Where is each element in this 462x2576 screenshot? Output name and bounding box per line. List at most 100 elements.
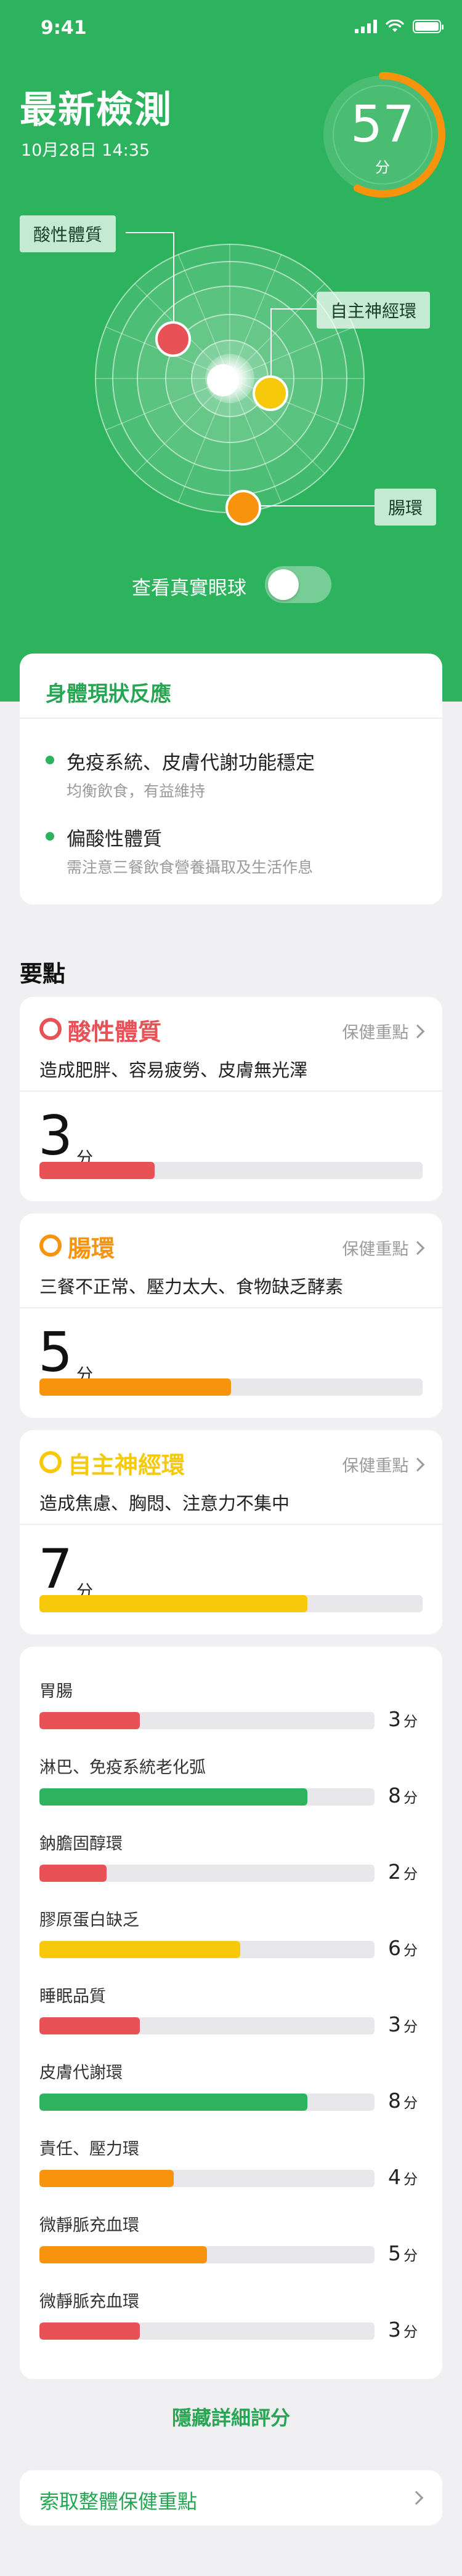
marker-acid[interactable] <box>155 321 191 357</box>
detail-bar-fill <box>39 2246 207 2263</box>
ring-icon <box>39 1234 62 1257</box>
detail-bar-fill <box>39 2017 140 2034</box>
detail-score: 5分 <box>388 2241 418 2265</box>
score-bar-fill <box>39 1378 231 1396</box>
detail-label: 微靜脈充血環 <box>39 2292 139 2311</box>
detail-bar-fill <box>39 1788 308 1806</box>
get-health-tips-row[interactable]: 索取整體保健重點 <box>20 2470 442 2526</box>
real-eye-toggle[interactable] <box>265 566 331 603</box>
detail-score-unit: 分 <box>403 1943 418 1959</box>
detail-bar-fill <box>39 1865 107 1882</box>
key-card-score: 5 <box>38 1321 73 1384</box>
detail-label: 淋巴、免疫系統老化弧 <box>39 1758 206 1777</box>
score-bar <box>39 1595 423 1612</box>
detail-label: 皮膚代謝環 <box>39 2063 123 2082</box>
detail-score-value: 4 <box>388 2165 401 2189</box>
detail-score-row: 胃腸 3 分 <box>39 1678 434 1754</box>
detail-bar-fill <box>39 2170 174 2187</box>
ring-icon <box>39 1018 62 1040</box>
detail-label: 睡眠品質 <box>39 1987 106 2006</box>
detail-score-unit: 分 <box>403 2019 418 2035</box>
detail-scores-card: 胃腸 3 分淋巴、免疫系統老化弧 8 分鈉膽固醇環 2 分膠原蛋白缺乏 6 分睡眠品質 3 分皮膚代… <box>20 1647 442 2379</box>
tag-leader-lines <box>126 232 375 506</box>
detail-score-row: 皮膚代謝環 8 分 <box>39 2059 434 2135</box>
detail-score: 3分 <box>388 1707 418 1731</box>
hero-section: 9:41 最新檢測 10月28日 14:35 57 分 酸性體質 自主神經環 腸… <box>0 0 462 702</box>
key-card-gut[interactable]: 腸環 保健重點 三餐不正常、壓力太大、食物缺乏酵素 5 分 <box>20 1214 442 1418</box>
real-eye-toggle-label: 查看真實眼球 <box>132 577 246 599</box>
key-card-desc: 三餐不正常、壓力太大、食物缺乏酵素 <box>39 1276 344 1297</box>
detail-score-value: 8 <box>388 1783 401 1807</box>
key-card-name: 酸性體質 <box>68 1018 162 1046</box>
reaction-item-sub: 需注意三餐飲食營養攝取及生活作息 <box>67 858 314 876</box>
detail-score-unit: 分 <box>403 1714 418 1730</box>
detail-score-unit: 分 <box>403 2248 418 2264</box>
reaction-item-sub: 均衡飲食，有益維持 <box>67 782 206 800</box>
bullet-icon <box>46 832 54 841</box>
detail-score-unit: 分 <box>403 2172 418 2188</box>
health-tips-link[interactable]: 保健重點 <box>342 1019 425 1043</box>
detail-bar <box>39 2322 375 2340</box>
divider <box>20 1524 442 1525</box>
reaction-item-main: 偏酸性體質 <box>67 828 162 850</box>
bullet-icon <box>46 756 54 764</box>
detail-score-unit: 分 <box>403 2095 418 2111</box>
hide-details-button[interactable]: 隱藏詳細評分 <box>0 2402 462 2431</box>
real-eye-toggle-row: 查看真實眼球 <box>0 566 462 603</box>
detail-bar <box>39 1865 375 1882</box>
ring-icon <box>39 1451 62 1473</box>
detail-score-row: 鈉膽固醇環 2 分 <box>39 1830 434 1906</box>
score-bar <box>39 1378 423 1396</box>
detail-label: 微靜脈充血環 <box>39 2216 139 2235</box>
detail-score-value: 3 <box>388 1707 401 1731</box>
detail-bar <box>39 2017 375 2034</box>
detail-score-value: 3 <box>388 2012 401 2036</box>
toggle-knob <box>268 569 299 600</box>
key-card-nerve[interactable]: 自主神經環 保健重點 造成焦慮、胸悶、注意力不集中 7 分 <box>20 1430 442 1634</box>
detail-score-row: 膠原蛋白缺乏 6 分 <box>39 1906 434 1983</box>
health-tips-link[interactable]: 保健重點 <box>342 1452 425 1476</box>
detail-score-value: 2 <box>388 1860 401 1884</box>
get-health-tips-label: 索取整體保健重點 <box>39 2490 198 2513</box>
detail-score-unit: 分 <box>403 1866 418 1882</box>
body-reaction-card: 身體現狀反應 免疫系統、皮膚代謝功能穩定 均衡飲食，有益維持 偏酸性體質 需注意… <box>20 654 442 905</box>
detail-bar-fill <box>39 1712 140 1729</box>
key-card-name: 腸環 <box>68 1235 115 1262</box>
marker-gut[interactable] <box>225 490 261 526</box>
chevron-right-icon <box>410 1457 425 1472</box>
health-tips-label: 保健重點 <box>342 1457 409 1476</box>
score-bar-fill <box>39 1595 308 1612</box>
detail-score: 8分 <box>388 2089 418 2113</box>
detail-score: 2分 <box>388 1860 418 1884</box>
detail-bar-fill <box>39 1941 241 1958</box>
health-tips-link[interactable]: 保健重點 <box>342 1236 425 1260</box>
divider <box>20 1307 442 1308</box>
divider <box>20 718 442 719</box>
reaction-item-main: 免疫系統、皮膚代謝功能穩定 <box>67 752 315 774</box>
tag-gut[interactable]: 腸環 <box>375 489 437 526</box>
detail-score-row: 微靜脈充血環 5 分 <box>39 2212 434 2288</box>
detail-score: 8分 <box>388 1783 418 1807</box>
key-card-score: 7 <box>38 1537 73 1601</box>
detail-label: 膠原蛋白缺乏 <box>39 1911 139 1930</box>
detail-label: 鈉膽固醇環 <box>39 1834 123 1854</box>
tag-nerve[interactable]: 自主神經環 <box>317 292 431 329</box>
detail-score-row: 微靜脈充血環 3 分 <box>39 2288 434 2364</box>
detail-score: 3分 <box>388 2012 418 2036</box>
key-card-acid[interactable]: 酸性體質 保健重點 造成肥胖、容易疲勞、皮膚無光澤 3 分 <box>20 997 442 1201</box>
key-card-desc: 造成焦慮、胸悶、注意力不集中 <box>39 1493 290 1514</box>
chevron-right-icon <box>409 2490 424 2505</box>
detail-score-row: 淋巴、免疫系統老化弧 8 分 <box>39 1754 434 1830</box>
reaction-title: 身體現狀反應 <box>46 682 171 706</box>
key-card-score: 3 <box>38 1104 73 1167</box>
marker-nerve[interactable] <box>253 375 288 411</box>
detail-score: 4分 <box>388 2165 418 2189</box>
detail-bar <box>39 2246 375 2263</box>
detail-bar <box>39 1712 375 1729</box>
detail-score-value: 8 <box>388 2089 401 2113</box>
divider <box>20 1090 442 1092</box>
tag-acid[interactable]: 酸性體質 <box>20 215 116 252</box>
score-bar-fill <box>39 1162 155 1179</box>
detail-label: 胃腸 <box>39 1682 73 1701</box>
detail-bar <box>39 1788 375 1806</box>
